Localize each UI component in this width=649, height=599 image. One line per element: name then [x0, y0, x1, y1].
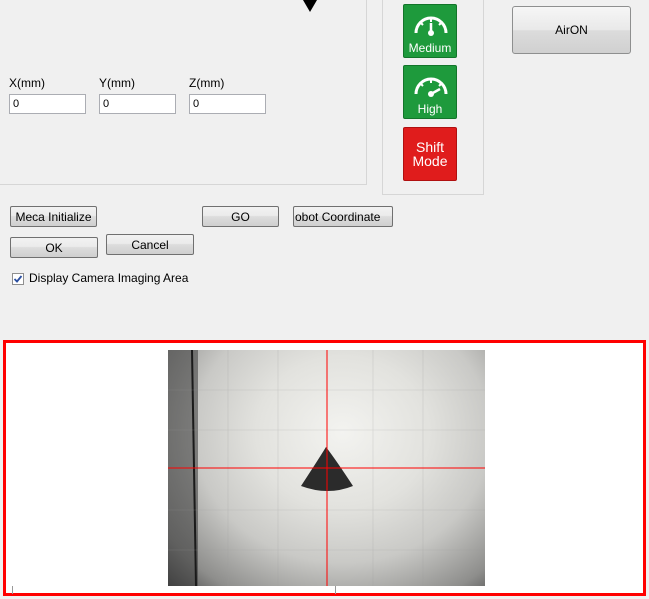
- camera-image: [168, 350, 485, 586]
- y-label: Y(mm): [99, 76, 135, 90]
- gauge-icon: [414, 16, 448, 36]
- speed-medium-button[interactable]: Medium: [403, 4, 457, 58]
- x-label: X(mm): [9, 76, 45, 90]
- shift-mode-label-line2: Mode: [412, 153, 448, 169]
- robot-coordinate-button[interactable]: obot Coordinate: [293, 206, 393, 227]
- speed-high-button[interactable]: High: [403, 65, 457, 119]
- coordinate-panel: [0, 0, 367, 185]
- x-input[interactable]: 0: [9, 94, 86, 114]
- check-icon: [13, 275, 23, 283]
- display-camera-label: Display Camera Imaging Area: [29, 271, 189, 285]
- speed-medium-label: Medium: [408, 41, 452, 55]
- ok-button[interactable]: OK: [10, 237, 98, 258]
- shift-mode-label-line1: Shift: [415, 139, 444, 155]
- z-input[interactable]: 0: [189, 94, 266, 114]
- gauge-icon: [414, 77, 448, 97]
- y-input[interactable]: 0: [99, 94, 176, 114]
- camera-feed: [168, 350, 485, 586]
- cancel-button[interactable]: Cancel: [106, 234, 194, 255]
- go-button[interactable]: GO: [202, 206, 279, 227]
- divider: [335, 586, 336, 594]
- pointer-arrow-icon: [303, 0, 317, 12]
- display-camera-checkbox[interactable]: [12, 273, 24, 285]
- speed-high-label: High: [417, 102, 443, 116]
- z-label: Z(mm): [189, 76, 225, 90]
- air-on-button[interactable]: AirON: [512, 6, 631, 54]
- shift-mode-button[interactable]: Shift Mode: [403, 127, 457, 181]
- meca-initialize-button[interactable]: Meca Initialize: [10, 206, 97, 227]
- divider: [12, 586, 13, 594]
